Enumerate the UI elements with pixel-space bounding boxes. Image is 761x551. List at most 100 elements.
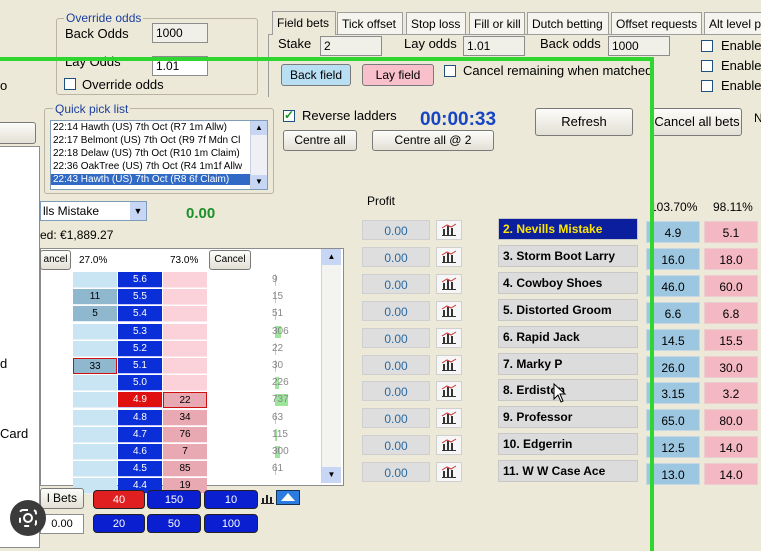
- bar-chart-icon[interactable]: [436, 435, 462, 455]
- runner-back-price[interactable]: 6.6: [646, 302, 700, 324]
- tab-field-bets[interactable]: Field bets: [272, 11, 336, 35]
- tab-fill-or-kill[interactable]: Fill or kill: [469, 12, 525, 34]
- stake-button-blue-2[interactable]: 50: [147, 514, 201, 533]
- ladder-price-cell[interactable]: 4.5: [118, 461, 162, 477]
- bar-chart-icon[interactable]: [436, 301, 462, 321]
- enable-checkbox-1[interactable]: [701, 40, 713, 52]
- tab-alt-level[interactable]: Alt level p: [704, 12, 761, 34]
- scroll-down-icon[interactable]: ▼: [251, 175, 267, 189]
- bets-value-input[interactable]: 0.00: [40, 514, 84, 534]
- tab-tick-offset[interactable]: Tick offset: [337, 12, 403, 34]
- left-truncated-button[interactable]: [0, 122, 36, 144]
- runner-lay-price[interactable]: 14.0: [704, 436, 758, 458]
- back-field-button[interactable]: Back field: [281, 64, 351, 86]
- runner-lay-price[interactable]: 18.0: [704, 248, 758, 270]
- runner-name[interactable]: 4. Cowboy Shoes: [498, 272, 638, 294]
- bar-chart-icon[interactable]: [436, 220, 462, 240]
- scroll-up-icon[interactable]: ▲: [322, 249, 341, 265]
- runner-back-price[interactable]: 26.0: [646, 356, 700, 378]
- bar-chart-icon[interactable]: [436, 247, 462, 267]
- reverse-ladders-checkbox[interactable]: [283, 108, 295, 122]
- override-odds-checkbox[interactable]: [64, 78, 76, 90]
- ladder-volume-cell[interactable]: 300: [272, 444, 312, 460]
- ladder-lay-cell[interactable]: 85: [163, 461, 207, 477]
- runner-name[interactable]: 9. Professor: [498, 406, 638, 428]
- ladder-volume-cell[interactable]: 22: [272, 341, 312, 357]
- runner-lay-price[interactable]: 60.0: [704, 275, 758, 297]
- centre-all-at-button[interactable]: Centre all @ 2: [372, 130, 494, 151]
- runner-back-price[interactable]: 16.0: [646, 248, 700, 270]
- runner-back-price[interactable]: 3.15: [646, 382, 700, 404]
- lay-odds-input[interactable]: 1.01: [152, 56, 208, 76]
- lay-odds-field-input[interactable]: 1.01: [463, 36, 525, 56]
- quick-pick-scrollbar[interactable]: ▲ ▼: [250, 121, 267, 189]
- runner-name[interactable]: 5. Distorted Groom: [498, 299, 638, 321]
- stake-button-blue-3[interactable]: 100: [204, 514, 258, 533]
- runner-name[interactable]: 11. W W Case Ace: [498, 460, 638, 482]
- lay-field-button[interactable]: Lay field: [362, 64, 434, 86]
- ladder-lay-cell[interactable]: [163, 272, 207, 288]
- quick-pick-item[interactable]: 22:36 OakTree (US) 7th Oct (R4 1m1f Allw: [53, 161, 242, 172]
- ladder-lay-cell[interactable]: 7: [163, 444, 207, 460]
- ladder-volume-cell[interactable]: 51: [272, 306, 312, 322]
- runner-lay-price[interactable]: 6.8: [704, 302, 758, 324]
- ladder-lay-cell[interactable]: 22: [163, 392, 207, 408]
- cancel-all-bets-button[interactable]: Cancel all bets: [652, 108, 742, 136]
- ladder-back-cell[interactable]: [73, 272, 117, 288]
- ladder-volume-cell[interactable]: 115: [272, 427, 312, 443]
- stake-button-red-1[interactable]: 40: [93, 490, 145, 509]
- runner-back-price[interactable]: 65.0: [646, 409, 700, 431]
- ladder-price-cell[interactable]: 5.2: [118, 341, 162, 357]
- ladder-price-cell[interactable]: 5.0: [118, 375, 162, 391]
- scroll-up-icon[interactable]: ▲: [251, 121, 267, 135]
- ladder-volume-cell[interactable]: 15: [272, 289, 312, 305]
- bar-chart-icon[interactable]: [436, 462, 462, 482]
- runner-name[interactable]: 6. Rapid Jack: [498, 326, 638, 348]
- ladder-price-cell[interactable]: 5.6: [118, 272, 162, 288]
- centre-all-button[interactable]: Centre all: [283, 130, 357, 151]
- all-bets-button[interactable]: l Bets: [40, 488, 84, 509]
- tab-dutch-betting[interactable]: Dutch betting: [527, 12, 609, 34]
- runner-select[interactable]: lls Mistake ▼: [40, 201, 147, 221]
- quick-pick-item-selected[interactable]: 22:43 Hawth (US) 7th Oct (R8 6f Claim): [51, 174, 251, 185]
- ladder-scrollbar[interactable]: ▲ ▼: [321, 249, 341, 483]
- ladder-volume-cell[interactable]: 306: [272, 324, 312, 340]
- refresh-button[interactable]: Refresh: [535, 108, 633, 136]
- collapse-up-icon[interactable]: [276, 490, 300, 505]
- ladder-price-cell[interactable]: 4.7: [118, 427, 162, 443]
- runner-lay-price[interactable]: 14.0: [704, 463, 758, 485]
- stake-button-red-2[interactable]: 150: [147, 490, 201, 509]
- runner-lay-price[interactable]: 80.0: [704, 409, 758, 431]
- ladder-lay-cell[interactable]: [163, 375, 207, 391]
- ladder-price-cell[interactable]: 5.1: [118, 358, 162, 374]
- ladder-chart-icon[interactable]: [261, 492, 274, 504]
- ladder-volume-cell[interactable]: 61: [272, 461, 312, 477]
- ladder-price-cell[interactable]: 4.6: [118, 444, 162, 460]
- ladder-back-cell[interactable]: [73, 392, 117, 408]
- ladder-volume-cell[interactable]: 737: [272, 392, 312, 408]
- ladder-back-cell[interactable]: 33: [73, 358, 117, 374]
- ladder-volume-cell[interactable]: 63: [272, 410, 312, 426]
- quick-pick-item[interactable]: 22:17 Belmont (US) 7th Oct (R9 7f Mdn Cl: [53, 135, 240, 146]
- bar-chart-icon[interactable]: [436, 328, 462, 348]
- scroll-down-icon[interactable]: ▼: [322, 467, 341, 483]
- ladder-price-cell[interactable]: 4.8: [118, 410, 162, 426]
- ladder-lay-cell[interactable]: [163, 341, 207, 357]
- ladder-lay-cell[interactable]: 34: [163, 410, 207, 426]
- runner-back-price[interactable]: 13.0: [646, 463, 700, 485]
- bar-chart-icon[interactable]: [436, 381, 462, 401]
- bar-chart-icon[interactable]: [436, 274, 462, 294]
- ladder-back-cell[interactable]: [73, 444, 117, 460]
- stake-button-red-3[interactable]: 10: [204, 490, 258, 509]
- lens-button[interactable]: [10, 500, 46, 536]
- ladder-price-cell[interactable]: 5.5: [118, 289, 162, 305]
- ladder-back-cell[interactable]: [73, 410, 117, 426]
- runner-name[interactable]: 10. Edgerrin: [498, 433, 638, 455]
- quick-pick-listbox[interactable]: 22:14 Hawth (US) 7th Oct (R7 1m Allw) 22…: [50, 120, 268, 190]
- tab-offset-requests[interactable]: Offset requests: [611, 12, 702, 34]
- runner-name[interactable]: 3. Storm Boot Larry: [498, 245, 638, 267]
- ladder-lay-cell[interactable]: [163, 306, 207, 322]
- ladder-back-cell[interactable]: [73, 461, 117, 477]
- ladder-price-cell[interactable]: 5.4: [118, 306, 162, 322]
- runner-name[interactable]: 7. Marky P: [498, 353, 638, 375]
